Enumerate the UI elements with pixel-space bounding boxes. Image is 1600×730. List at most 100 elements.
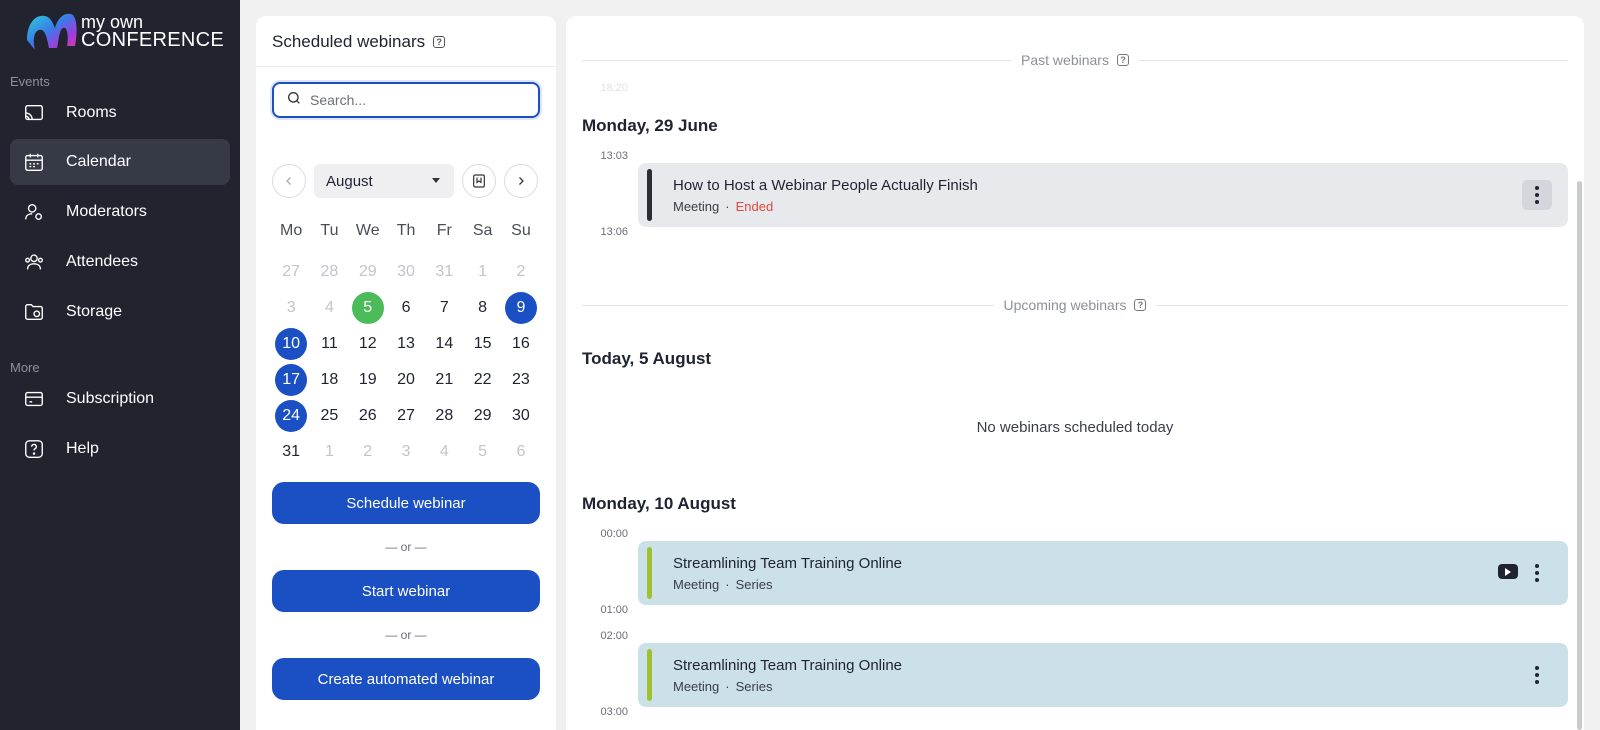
calendar-day[interactable]: 8	[463, 290, 501, 326]
more-options-button[interactable]	[1522, 180, 1552, 210]
user-cog-icon	[22, 200, 46, 224]
calendar-day[interactable]: 30	[502, 398, 540, 434]
sidebar-item-calendar[interactable]: Calendar	[10, 139, 230, 185]
calendar-day[interactable]: 4	[425, 434, 463, 470]
sidebar-item-subscription[interactable]: Subscription	[10, 376, 230, 422]
cast-icon	[22, 101, 46, 125]
calendar-day-number: 30	[397, 263, 415, 280]
calendar-day[interactable]: 27	[272, 254, 310, 290]
sidebar-item-attendees[interactable]: Attendees	[10, 239, 230, 285]
upcoming-webinars-separator: Upcoming webinars?	[582, 295, 1569, 315]
calendar-day[interactable]: 16	[502, 326, 540, 362]
schedule-webinar-button[interactable]: Schedule webinar	[272, 482, 540, 524]
search-input[interactable]	[310, 92, 530, 108]
calendar-day[interactable]: 20	[387, 362, 425, 398]
calendar-day[interactable]: 6	[387, 290, 425, 326]
webinar-card[interactable]: Streamlining Team Training Online Meetin…	[638, 643, 1568, 707]
calendar-day[interactable]: 2	[349, 434, 387, 470]
calendar-day[interactable]: 17	[272, 362, 310, 398]
webinar-type: Meeting	[673, 577, 720, 592]
calendar-day[interactable]: 6	[502, 434, 540, 470]
calendar-day[interactable]: 27	[387, 398, 425, 434]
chevron-left-icon	[286, 177, 291, 185]
sidebar-item-help[interactable]: Help	[10, 426, 230, 472]
calendar-day-number: 28	[320, 263, 339, 280]
calendar-day[interactable]: 14	[425, 326, 463, 362]
calendar-day[interactable]: 25	[310, 398, 348, 434]
logo[interactable]: my own CONFERENCE	[25, 10, 224, 52]
sidebar-item-moderators[interactable]: Moderators	[10, 189, 230, 235]
calendar-day[interactable]: 1	[463, 254, 501, 290]
create-automated-webinar-button[interactable]: Create automated webinar	[272, 658, 540, 700]
search-box[interactable]	[272, 82, 540, 118]
more-options-button[interactable]	[1522, 558, 1552, 588]
calendar-icon	[22, 150, 46, 174]
calendar-day-number: 6	[516, 443, 526, 460]
calendar-day[interactable]: 5	[463, 434, 501, 470]
day-heading: Today, 5 August	[582, 349, 712, 368]
prev-month-button[interactable]	[272, 164, 306, 198]
weekday-header: Mo Tu We Th Fr Sa Su	[272, 222, 540, 240]
webinar-tag: Series	[735, 679, 773, 694]
calendar-day[interactable]: 28	[425, 398, 463, 434]
calendar-day[interactable]: 30	[387, 254, 425, 290]
calendar-day[interactable]: 4	[310, 290, 348, 326]
calendar-day[interactable]: 29	[349, 254, 387, 290]
webinar-card[interactable]: How to Host a Webinar People Actually Fi…	[638, 163, 1568, 227]
bookmark-button[interactable]	[462, 164, 496, 198]
calendar-day-number: 30	[512, 407, 530, 424]
sidebar-item-label: Subscription	[66, 390, 155, 407]
calendar-day[interactable]: 2	[502, 254, 540, 290]
calendar-day-number: 3	[286, 299, 296, 316]
webinar-card[interactable]: Streamlining Team Training Online Meetin…	[638, 541, 1568, 605]
calendar-day-number: 23	[512, 371, 530, 388]
calendar-day[interactable]: 13	[387, 326, 425, 362]
help-icon[interactable]: ?	[433, 36, 446, 48]
calendar-day[interactable]: 19	[349, 362, 387, 398]
webinar-type: Meeting	[673, 199, 720, 214]
help-icon[interactable]: ?	[1134, 299, 1147, 311]
calendar-day[interactable]: 11	[310, 326, 348, 362]
calendar-day[interactable]: 23	[502, 362, 540, 398]
sidebar-item-rooms[interactable]: Rooms	[10, 90, 230, 136]
calendar-day[interactable]: 28	[310, 254, 348, 290]
calendar-day[interactable]: 10	[272, 326, 310, 362]
calendar-day-number: 16	[512, 335, 530, 352]
time-label: 00:00	[600, 528, 628, 540]
youtube-icon[interactable]	[1498, 564, 1518, 579]
calendar-day[interactable]: 24	[272, 398, 310, 434]
calendar-day[interactable]: 15	[463, 326, 501, 362]
more-options-button[interactable]	[1522, 660, 1552, 690]
calendar-day[interactable]: 1	[310, 434, 348, 470]
calendar-day[interactable]: 9	[502, 290, 540, 326]
calendar-day-number: 1	[324, 443, 334, 460]
calendar-day[interactable]: 21	[425, 362, 463, 398]
help-icon[interactable]: ?	[1116, 54, 1129, 66]
calendar-day-number: 25	[320, 407, 339, 424]
calendar-day-number: 15	[473, 335, 492, 352]
scrollbar[interactable]	[1577, 181, 1582, 730]
calendar-day-number: 26	[358, 407, 377, 424]
calendar-day[interactable]: 31	[272, 434, 310, 470]
calendar-day[interactable]: 18	[310, 362, 348, 398]
calendar-day[interactable]: 3	[387, 434, 425, 470]
calendar-day[interactable]: 12	[349, 326, 387, 362]
start-webinar-button[interactable]: Start webinar	[272, 570, 540, 612]
calendar-day[interactable]: 22	[463, 362, 501, 398]
calendar-day[interactable]: 5	[349, 290, 387, 326]
calendar-day[interactable]: 26	[349, 398, 387, 434]
calendar-day[interactable]: 31	[425, 254, 463, 290]
calendar-day-number: 9	[504, 292, 537, 324]
sidebar-item-storage[interactable]: Storage	[10, 289, 230, 335]
calendar-day[interactable]: 29	[463, 398, 501, 434]
logo-line-2: CONFERENCE	[81, 29, 225, 51]
or-separator: — or —	[385, 628, 427, 642]
calendar-day-number: 3	[401, 443, 411, 460]
next-month-button[interactable]	[504, 164, 538, 198]
month-select[interactable]: August	[314, 164, 454, 198]
logo-mark-icon	[25, 10, 79, 52]
calendar-day[interactable]: 7	[425, 290, 463, 326]
calendar-day-number: 14	[435, 335, 454, 352]
calendar-day[interactable]: 3	[272, 290, 310, 326]
sidebar-item-label: Attendees	[66, 253, 139, 270]
